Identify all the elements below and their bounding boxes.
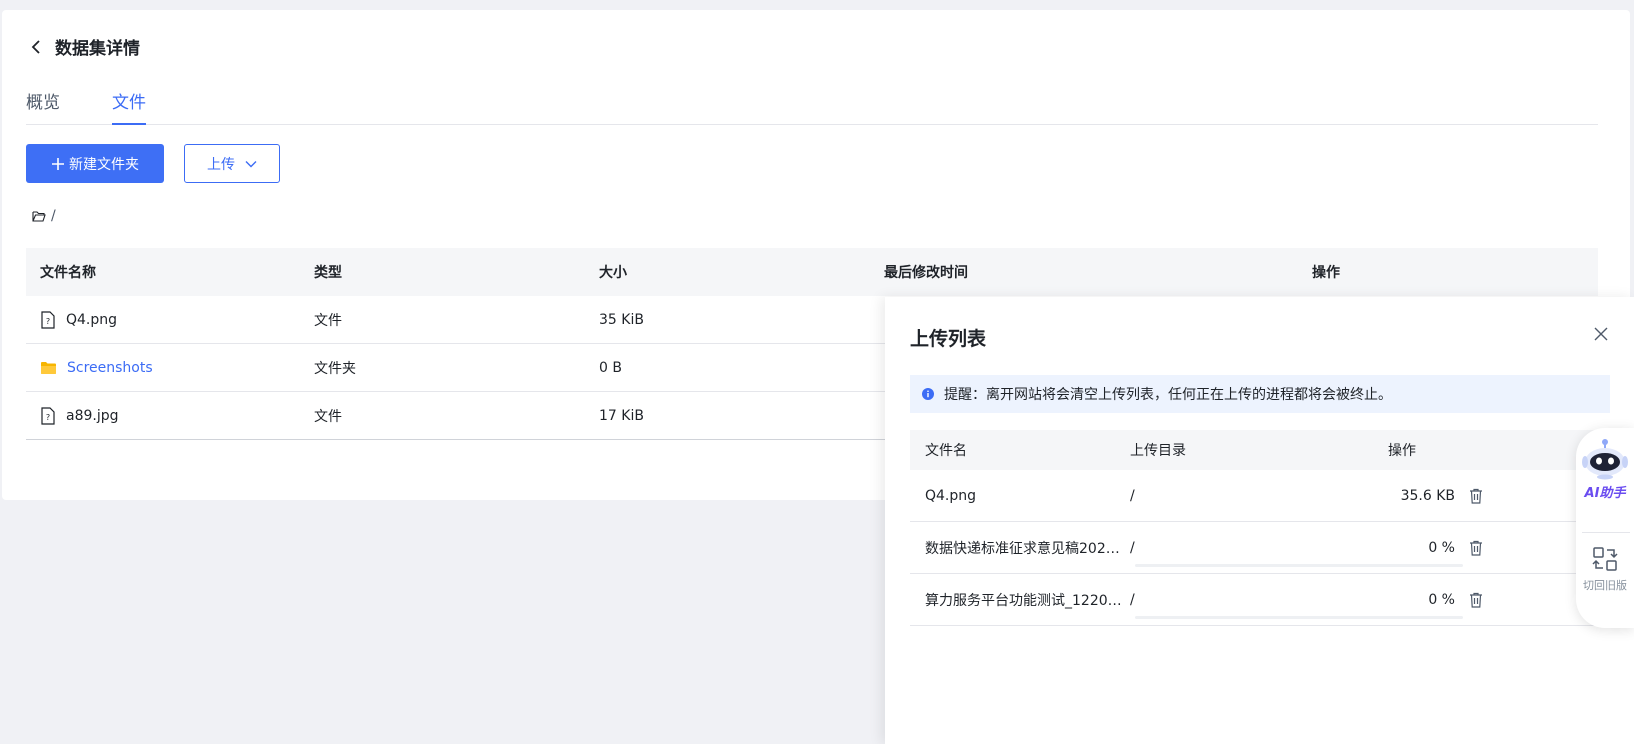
back-arrow-icon[interactable] [26, 37, 46, 57]
chevron-down-icon [245, 160, 257, 168]
file-size: 17 KiB [599, 407, 644, 424]
tab-files[interactable]: 文件 [112, 88, 146, 125]
column-header-name: 文件名称 [40, 265, 96, 281]
notice-text: 提醒：离开网站将会清空上传列表，任何正在上传的进程都将会被终止。 [944, 387, 1392, 403]
list-item: 算力服务平台功能测试_1220.… / 0 % [910, 574, 1610, 626]
upload-progress-bar [1135, 564, 1463, 567]
upload-dir: / [1130, 591, 1135, 608]
folder-icon [40, 361, 57, 375]
file-name-cell: Screenshots [26, 360, 314, 376]
file-table-header: 文件名称 类型 大小 最后修改时间 操作 [26, 248, 1598, 296]
file-name: a89.jpg [66, 407, 119, 424]
list-item: 数据快递标准征求意见稿2024… / 0 % [910, 522, 1610, 574]
file-size: 0 B [599, 359, 622, 376]
column-header-filename: 文件名 [925, 443, 967, 459]
folder-link[interactable]: Screenshots [67, 360, 153, 376]
upload-file-name: 数据快递标准征求意见稿2024… [925, 540, 1129, 557]
file-icon: ? [40, 406, 56, 425]
upload-status: 0 % [1428, 591, 1455, 608]
file-icon: ? [40, 310, 56, 329]
upload-notice: 提醒：离开网站将会清空上传列表，任何正在上传的进程都将会被终止。 [910, 375, 1610, 413]
file-name: Q4.png [66, 311, 118, 328]
switch-old-version-label: 切回旧版 [1583, 579, 1627, 592]
ai-assistant-button[interactable]: AI助手 [1576, 438, 1634, 518]
upload-status: 35.6 KB [1400, 487, 1455, 504]
svg-text:?: ? [46, 413, 50, 422]
file-type: 文件 [314, 408, 342, 425]
file-size: 35 KiB [599, 311, 644, 328]
column-header-type: 类型 [314, 265, 342, 281]
robot-icon [1581, 438, 1629, 480]
new-folder-label: 新建文件夹 [69, 156, 139, 173]
file-type: 文件 [314, 312, 342, 329]
folder-open-icon[interactable] [32, 210, 46, 222]
tab-overview[interactable]: 概览 [26, 88, 60, 123]
upload-dir: / [1130, 539, 1135, 556]
column-header-actions: 操作 [1388, 443, 1416, 459]
column-header-upload-dir: 上传目录 [1130, 443, 1186, 459]
trash-icon[interactable] [1469, 488, 1483, 504]
breadcrumb: / [32, 208, 56, 224]
tab-bar: 概览 文件 [26, 78, 1598, 125]
new-folder-button[interactable]: 新建文件夹 [26, 144, 164, 183]
panel-divider [1582, 532, 1630, 533]
info-icon [922, 388, 934, 400]
upload-table-header: 文件名 上传目录 操作 [910, 430, 1610, 470]
list-item: Q4.png / 35.6 KB [910, 470, 1610, 522]
upload-file-name: 算力服务平台功能测试_1220.… [925, 592, 1127, 609]
ai-assistant-label: AI助手 [1584, 486, 1626, 501]
svg-text:?: ? [46, 317, 50, 326]
drawer-title: 上传列表 [910, 328, 987, 350]
floating-tool-panel: AI助手 切回旧版 [1576, 428, 1634, 628]
file-type: 文件夹 [314, 360, 356, 377]
file-name-cell: ? Q4.png [26, 310, 314, 329]
upload-button[interactable]: 上传 [184, 144, 280, 183]
upload-file-name: Q4.png [925, 487, 977, 504]
page-header: 数据集详情 [26, 34, 140, 59]
file-name-cell: ? a89.jpg [26, 406, 314, 425]
upload-label: 上传 [207, 156, 235, 173]
upload-dir: / [1130, 487, 1135, 504]
upload-list-drawer: 上传列表 提醒：离开网站将会清空上传列表，任何正在上传的进程都将会被终止。 文件… [885, 297, 1634, 744]
upload-status: 0 % [1428, 539, 1455, 556]
close-icon[interactable] [1592, 325, 1610, 343]
trash-icon[interactable] [1469, 592, 1483, 608]
upload-progress-bar [1135, 616, 1463, 619]
trash-icon[interactable] [1469, 540, 1483, 556]
column-header-actions: 操作 [1312, 265, 1340, 281]
column-header-modified: 最后修改时间 [884, 265, 968, 281]
breadcrumb-path[interactable]: / [51, 208, 56, 224]
plus-icon [51, 157, 65, 171]
page-title: 数据集详情 [55, 39, 140, 59]
switch-version-icon [1592, 546, 1618, 572]
upload-table: 文件名 上传目录 操作 Q4.png / 35.6 KB 数据快递标准征求意见稿… [910, 430, 1610, 626]
switch-old-version-button[interactable]: 切回旧版 [1576, 546, 1634, 616]
column-header-size: 大小 [599, 265, 627, 281]
